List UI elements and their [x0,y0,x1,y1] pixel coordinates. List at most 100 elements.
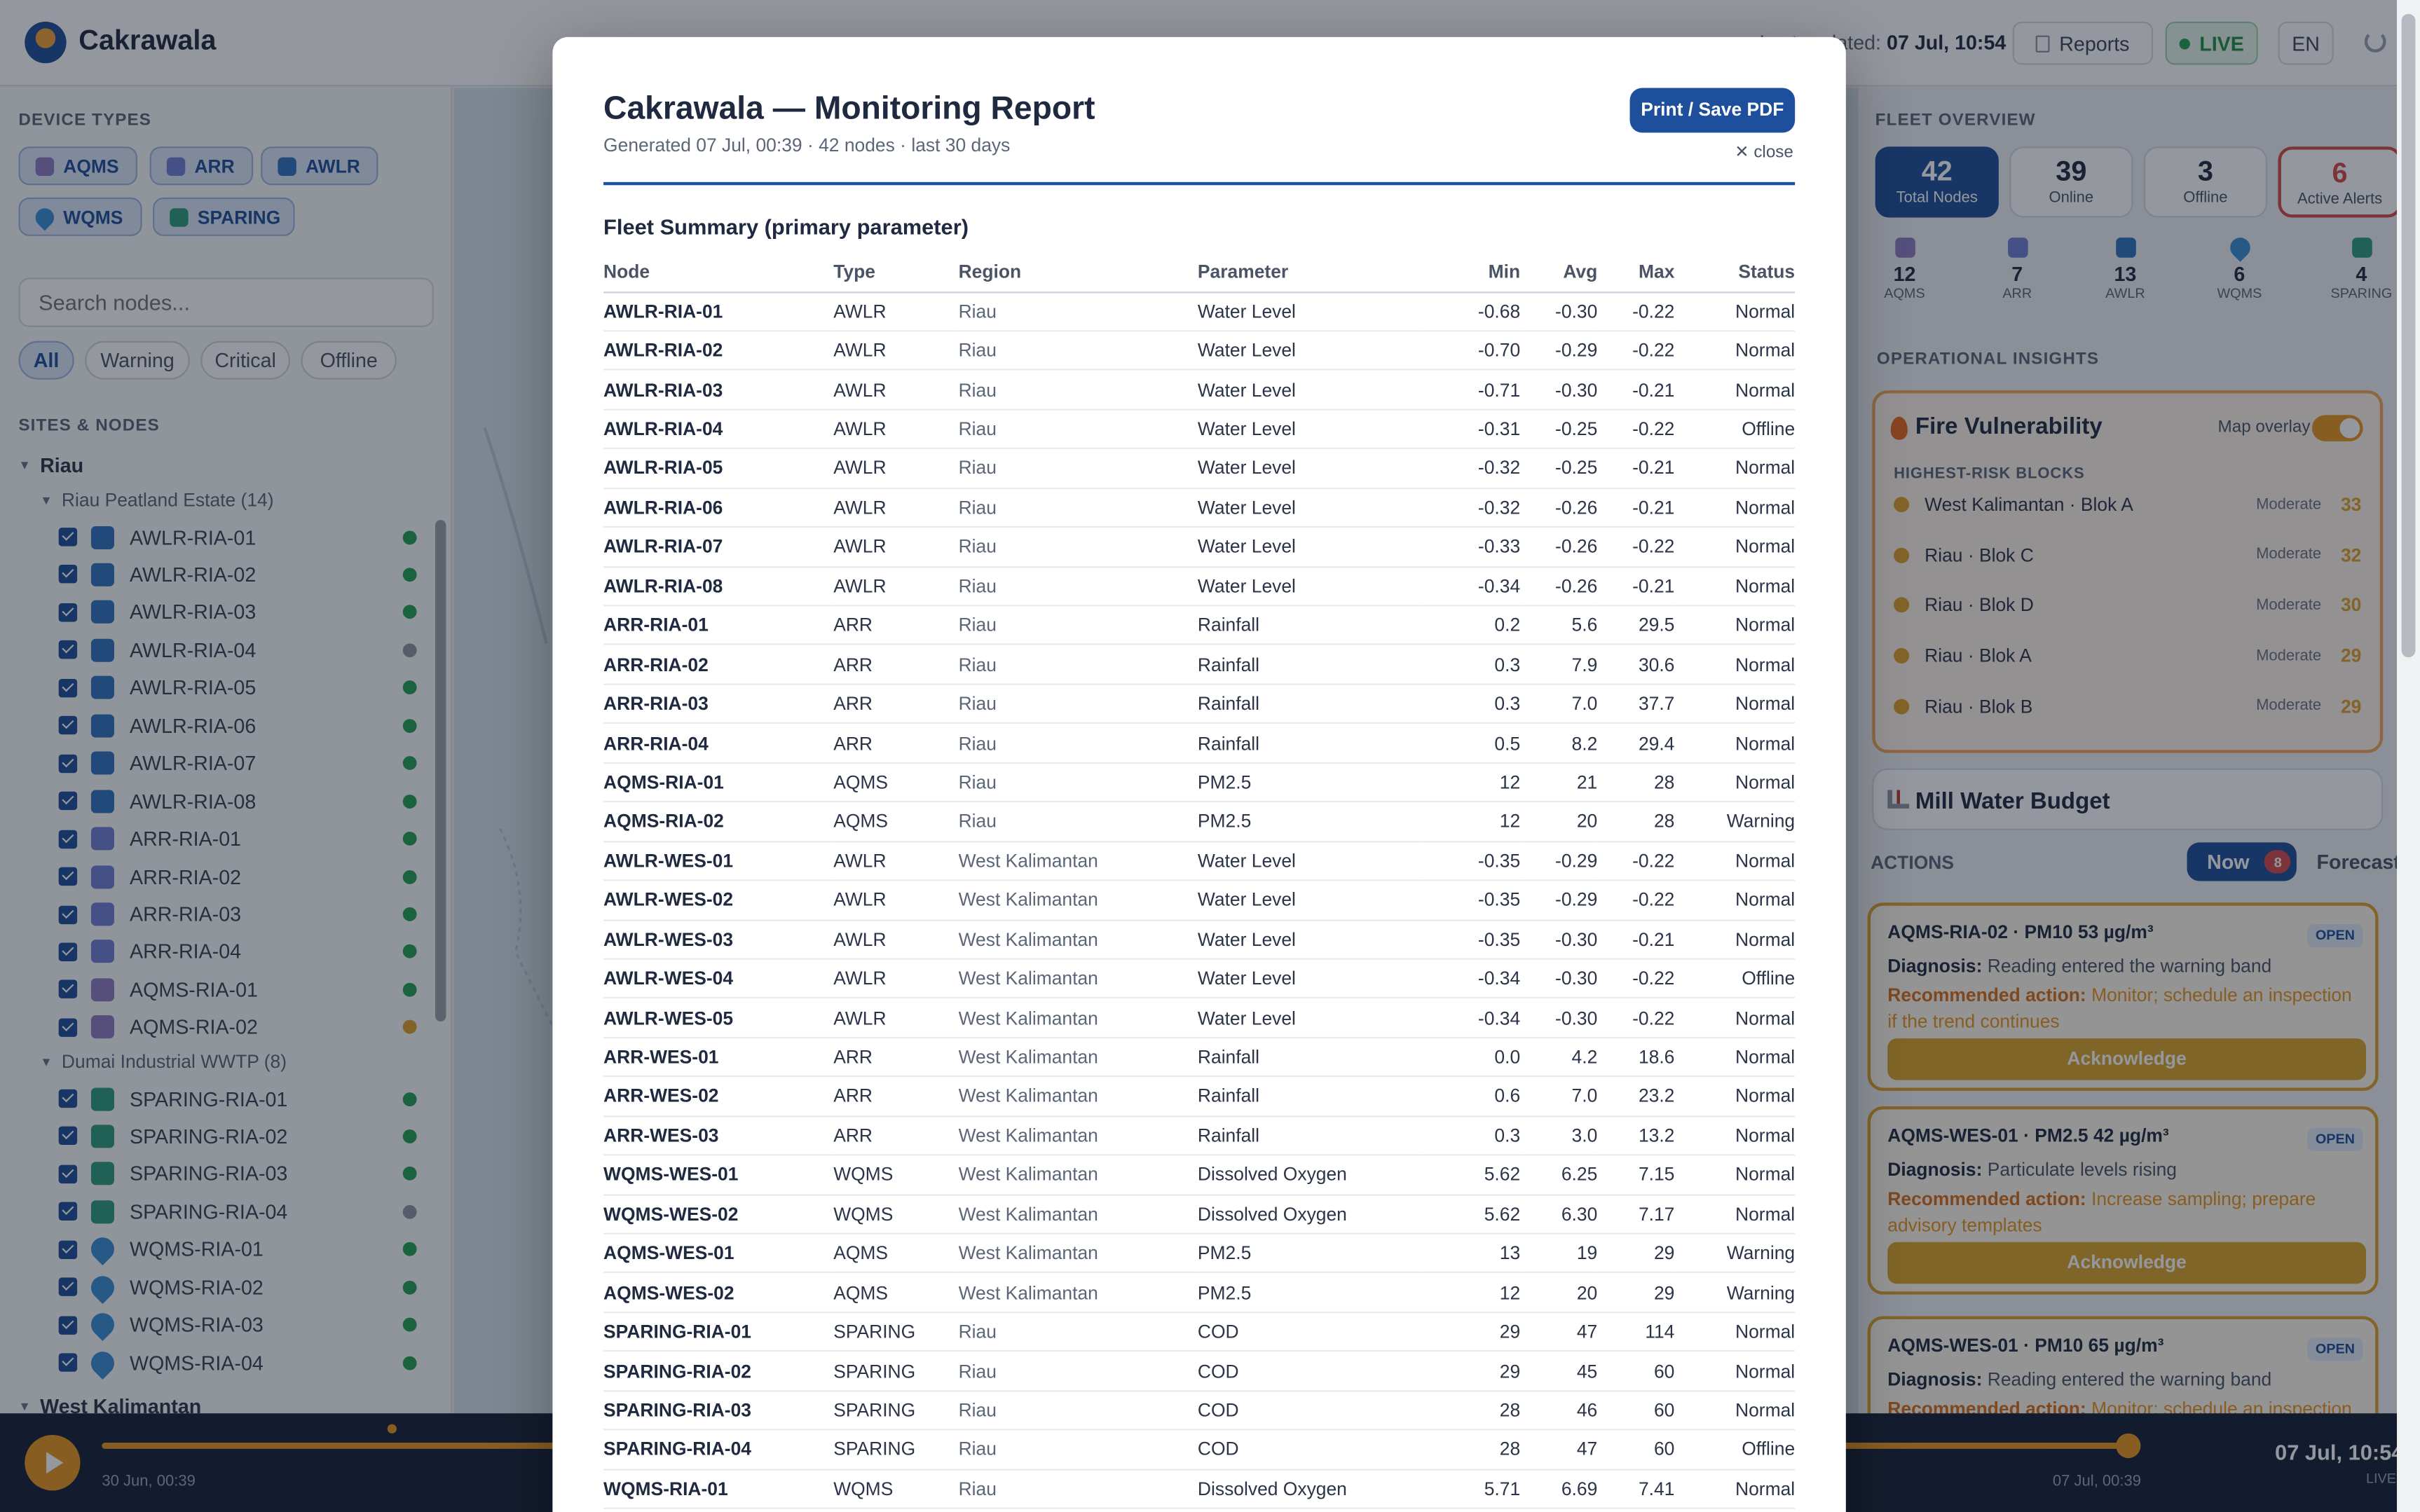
table-cell: WQMS [833,1155,959,1195]
table-cell: Riau [958,409,1198,450]
table-row[interactable]: AWLR-RIA-06 AWLR Riau Water Level -0.32 -0.26… [603,488,1796,528]
table-row[interactable]: AWLR-WES-05 AWLR West Kalimantan Water Leve… [603,998,1796,1038]
table-cell: AWLR [833,919,959,960]
table-cell: Riau [958,684,1198,724]
table-row[interactable]: WQMS-WES-01 WQMS West Kalimantan Dissolved … [603,1155,1796,1195]
table-cell: 0.6 [1421,1076,1521,1117]
table-row[interactable]: AWLR-WES-01 AWLR West Kalimantan Water Leve… [603,841,1796,881]
table-cell: West Kalimantan [958,1155,1198,1195]
table-cell: ARR-RIA-01 [603,605,834,646]
table-cell: 60 [1597,1390,1675,1431]
table-cell: Normal [1674,488,1796,528]
table-cell: Water Level [1197,488,1422,528]
table-row[interactable]: AQMS-RIA-02 AQMS Riau PM2.5 12 20 28 Warning [603,802,1796,842]
table-cell: West Kalimantan [958,1037,1198,1078]
table-cell: -0.26 [1520,527,1598,568]
table-cell: West Kalimantan [958,1076,1198,1117]
table-cell: 7.9 [1520,645,1598,685]
table-cell: Water Level [1197,370,1422,411]
table-row[interactable]: AWLR-RIA-01 AWLR Riau Water Level -0.68 -0.30… [603,291,1796,332]
table-row[interactable]: ARR-WES-02 ARR West Kalimantan Rainfall 0.6 7… [603,1076,1796,1117]
table-cell: 5.62 [1421,1194,1521,1235]
table-cell: 5.71 [1421,1469,1521,1509]
table-cell: -0.32 [1421,488,1521,528]
table-row[interactable]: AWLR-RIA-03 AWLR Riau Water Level -0.71 -0.30… [603,370,1796,411]
table-cell: Normal [1674,605,1796,646]
report-divider [603,181,1796,186]
table-cell: Normal [1674,566,1796,607]
table-cell: -0.30 [1520,998,1598,1038]
table-row[interactable]: AWLR-RIA-02 AWLR Riau Water Level -0.70 -0.29… [603,331,1796,371]
table-cell: Rainfall [1197,723,1422,764]
table-row[interactable]: AWLR-WES-03 AWLR West Kalimantan Water Leve… [603,919,1796,960]
table-cell: COD [1197,1390,1422,1431]
table-cell: -0.35 [1421,841,1521,881]
table-cell: Water Level [1197,448,1422,489]
table-row[interactable]: AWLR-RIA-05 AWLR Riau Water Level -0.32 -0.25… [603,448,1796,489]
table-cell: 47 [1520,1429,1598,1470]
table-cell: ARR-WES-03 [603,1115,834,1156]
table-cell: 29.4 [1597,723,1675,764]
table-cell: Water Level [1197,998,1422,1038]
table-cell: 46 [1520,1390,1598,1431]
table-row[interactable]: AQMS-WES-02 AQMS West Kalimantan PM2.5 12 20 2… [603,1272,1796,1313]
table-cell: Riau [958,802,1198,842]
close-button[interactable]: ✕ close [1735,142,1793,162]
table-row[interactable]: ARR-RIA-01 ARR Riau Rainfall 0.2 5.6 29.5 Norma… [603,605,1796,646]
table-cell: Riau [958,1312,1198,1352]
table-row[interactable]: AWLR-RIA-08 AWLR Riau Water Level -0.34 -0.26… [603,566,1796,607]
page-scrollbar[interactable] [2397,0,2420,1512]
column-header: Avg [1520,253,1598,293]
table-cell: Riau [958,723,1198,764]
table-cell: AWLR [833,370,959,411]
print-pdf-button[interactable]: Print / Save PDF [1629,88,1796,133]
table-cell: ARR [833,605,959,646]
table-cell: ARR-RIA-02 [603,645,834,685]
table-row[interactable]: AWLR-WES-04 AWLR West Kalimantan Water Leve… [603,958,1796,999]
table-cell: 20 [1520,802,1598,842]
table-row[interactable]: SPARING-RIA-01 SPARING Riau COD 29 47 114 Norma… [603,1312,1796,1352]
table-row[interactable]: SPARING-RIA-02 SPARING Riau COD 29 45 60 Normal [603,1351,1796,1391]
table-cell: 0.2 [1421,605,1521,646]
table-cell: -0.34 [1421,998,1521,1038]
table-row[interactable]: ARR-RIA-04 ARR Riau Rainfall 0.5 8.2 29.4 Norma… [603,723,1796,764]
table-cell: WQMS-WES-01 [603,1155,834,1195]
table-row[interactable]: AQMS-RIA-01 AQMS Riau PM2.5 12 21 28 Normal [603,762,1796,803]
table-row[interactable]: WQMS-RIA-01 WQMS Riau Dissolved Oxygen 5.71 6… [603,1469,1796,1509]
table-cell: Water Level [1197,958,1422,999]
column-header: Max [1597,253,1675,293]
table-cell: -0.22 [1597,409,1675,450]
table-cell: -0.70 [1421,331,1521,371]
table-row[interactable]: SPARING-RIA-04 SPARING Riau COD 28 47 60 Offlin… [603,1429,1796,1470]
table-cell: PM2.5 [1197,762,1422,803]
table-cell: Dissolved Oxygen [1197,1194,1422,1235]
table-cell: 7.0 [1520,1076,1598,1117]
table-cell: -0.30 [1520,919,1598,960]
table-row[interactable]: WQMS-WES-02 WQMS West Kalimantan Dissolved … [603,1194,1796,1235]
table-row[interactable]: AQMS-WES-01 AQMS West Kalimantan PM2.5 13 19 2… [603,1233,1796,1274]
table-cell: 7.17 [1597,1194,1675,1235]
table-cell: -0.22 [1597,291,1675,332]
table-cell: 12 [1421,762,1521,803]
table-row[interactable]: ARR-RIA-03 ARR Riau Rainfall 0.3 7.0 37.7 Norma… [603,684,1796,724]
table-row[interactable]: ARR-WES-01 ARR West Kalimantan Rainfall 0.0 4… [603,1037,1796,1078]
table-cell: AWLR [833,488,959,528]
table-cell: West Kalimantan [958,919,1198,960]
table-cell: 7.15 [1597,1155,1675,1195]
table-row[interactable]: AWLR-RIA-07 AWLR Riau Water Level -0.33 -0.26… [603,527,1796,568]
table-cell: West Kalimantan [958,1233,1198,1274]
fleet-summary-table: Node Type Region Parameter Min Avg Max Status A… [603,253,1796,1509]
table-row[interactable]: ARR-RIA-02 ARR Riau Rainfall 0.3 7.9 30.6 Norma… [603,645,1796,685]
table-cell: Warning [1674,1233,1796,1274]
table-cell: Rainfall [1197,1076,1422,1117]
table-row[interactable]: SPARING-RIA-03 SPARING Riau COD 28 46 60 Normal [603,1390,1796,1431]
table-row[interactable]: AWLR-WES-02 AWLR West Kalimantan Water Leve… [603,880,1796,921]
table-cell: AQMS [833,762,959,803]
table-cell: 12 [1421,802,1521,842]
table-cell: Normal [1674,1076,1796,1117]
table-cell: AWLR-WES-03 [603,919,834,960]
table-row[interactable]: ARR-WES-03 ARR West Kalimantan Rainfall 0.3 3… [603,1115,1796,1156]
table-cell: Normal [1674,1037,1796,1078]
table-cell: ARR [833,1115,959,1156]
table-row[interactable]: AWLR-RIA-04 AWLR Riau Water Level -0.31 -0.25… [603,409,1796,450]
